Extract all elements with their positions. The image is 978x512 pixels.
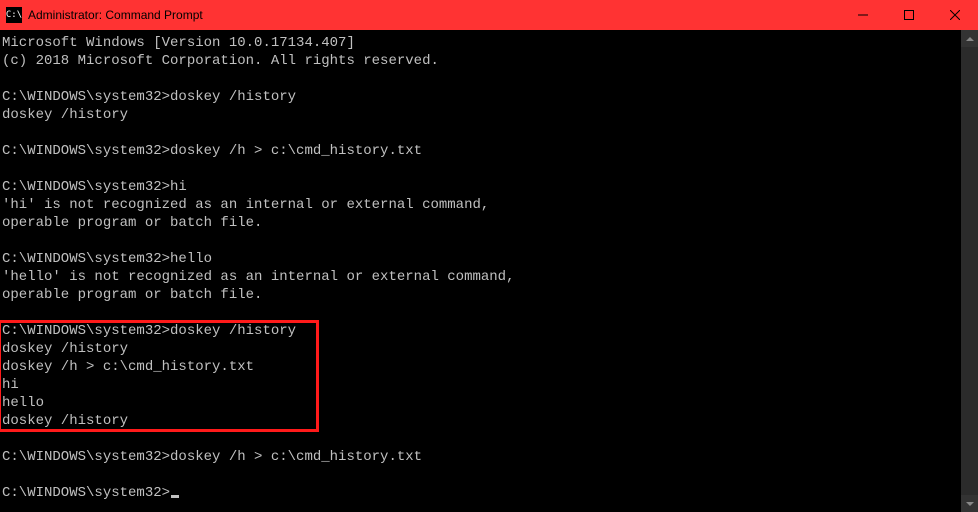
minimize-button[interactable] xyxy=(840,0,886,30)
window-title: Administrator: Command Prompt xyxy=(28,8,840,22)
scroll-down-arrow[interactable] xyxy=(961,495,978,512)
cursor xyxy=(171,495,179,498)
window-controls xyxy=(840,0,978,30)
scrollbar[interactable] xyxy=(961,30,978,512)
terminal-output[interactable]: Microsoft Windows [Version 10.0.17134.40… xyxy=(0,30,961,512)
terminal-area: Microsoft Windows [Version 10.0.17134.40… xyxy=(0,30,978,512)
scroll-up-arrow[interactable] xyxy=(961,30,978,47)
maximize-button[interactable] xyxy=(886,0,932,30)
titlebar[interactable]: C:\ Administrator: Command Prompt xyxy=(0,0,978,30)
cmd-icon: C:\ xyxy=(6,7,22,23)
close-button[interactable] xyxy=(932,0,978,30)
